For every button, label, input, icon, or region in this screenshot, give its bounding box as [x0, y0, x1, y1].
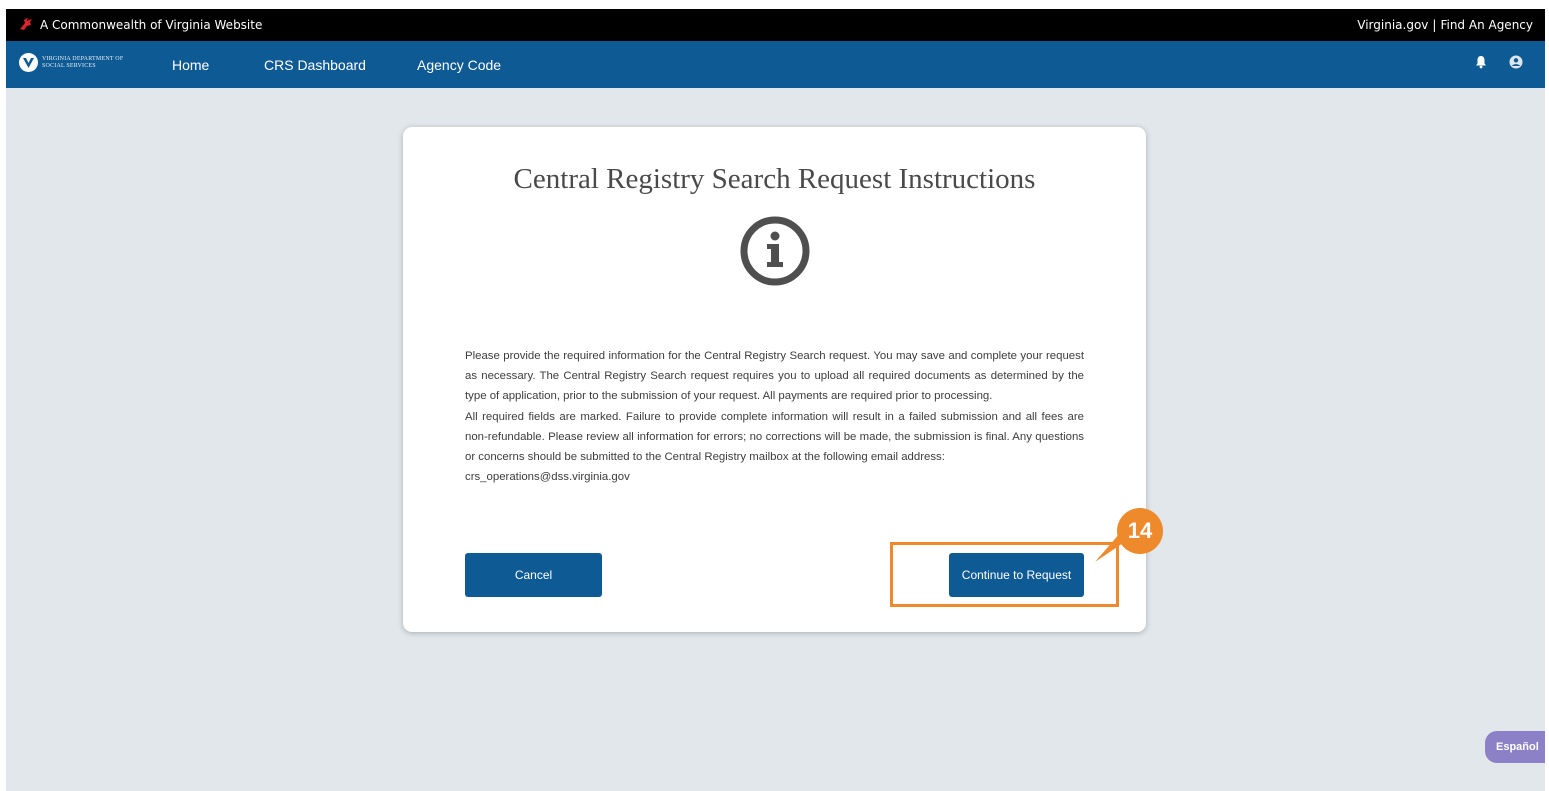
step-number-badge: 14 [1117, 508, 1163, 554]
contact-email: crs_operations@dss.virginia.gov [465, 471, 630, 484]
commonwealth-bar: A Commonwealth of Virginia Website Virgi… [6, 9, 1545, 41]
user-avatar-icon[interactable] [1509, 55, 1523, 74]
bell-icon[interactable] [1475, 55, 1487, 74]
instructions-text: Please provide the required information … [465, 346, 1084, 487]
vdss-logo[interactable]: VIRGINIA DEPARTMENT OF SOCIAL SERVICES [19, 53, 152, 72]
step-highlight-box [890, 542, 1119, 607]
nav-item-crs-dashboard[interactable]: CRS Dashboard [264, 41, 366, 88]
instructions-paragraph-2: All required fields are marked. Failure … [465, 410, 1084, 464]
logo-line-2: SOCIAL SERVICES [42, 62, 96, 69]
logo-line-1: VIRGINIA DEPARTMENT OF [42, 55, 124, 62]
commonwealth-text: A Commonwealth of Virginia Website [40, 18, 263, 32]
top-bar-links: Virginia.gov | Find An Agency [1357, 9, 1533, 41]
commonwealth-brand: A Commonwealth of Virginia Website [18, 9, 262, 41]
espanol-language-button[interactable]: Español [1485, 731, 1545, 763]
browser-viewport: A Commonwealth of Virginia Website Virgi… [6, 9, 1545, 791]
nav-item-agency-code[interactable]: Agency Code [417, 41, 501, 88]
virginia-gov-link[interactable]: Virginia.gov [1357, 18, 1428, 32]
page-title: Central Registry Search Request Instruct… [513, 163, 1036, 195]
cancel-button[interactable]: Cancel [465, 553, 602, 597]
link-separator: | [1432, 18, 1437, 32]
info-icon [739, 215, 811, 292]
main-nav: VIRGINIA DEPARTMENT OF SOCIAL SERVICES H… [6, 41, 1545, 88]
vdss-logo-text: VIRGINIA DEPARTMENT OF SOCIAL SERVICES [42, 56, 152, 70]
nav-icon-group [1475, 55, 1523, 74]
find-agency-link[interactable]: Find An Agency [1440, 18, 1533, 32]
nav-item-home[interactable]: Home [172, 41, 209, 88]
cardinal-icon [18, 17, 34, 34]
instructions-paragraph-1: Please provide the required information … [465, 350, 1084, 403]
vdss-logo-icon [19, 53, 38, 72]
